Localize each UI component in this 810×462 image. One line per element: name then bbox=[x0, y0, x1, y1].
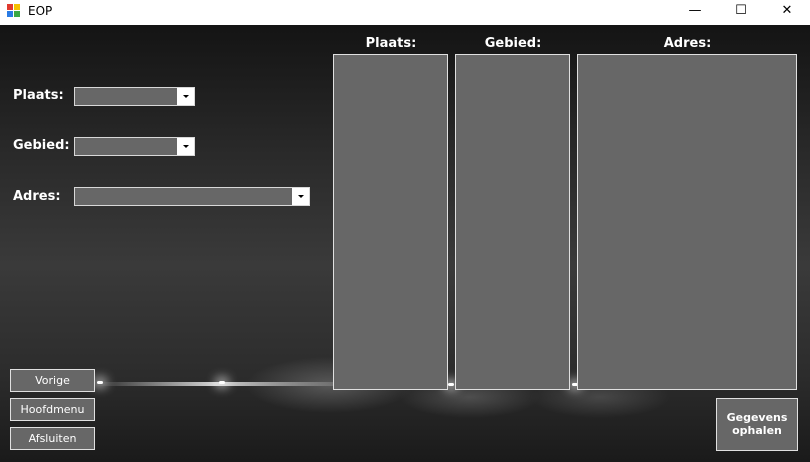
floor-light-strip bbox=[95, 382, 335, 386]
plaats-label: Plaats: bbox=[13, 88, 64, 103]
minimize-button[interactable]: — bbox=[672, 0, 718, 25]
chevron-down-icon[interactable] bbox=[177, 88, 194, 105]
vorige-button[interactable]: Vorige bbox=[10, 369, 95, 392]
gebied-combobox[interactable] bbox=[74, 137, 195, 156]
afsluiten-button[interactable]: Afsluiten bbox=[10, 427, 95, 450]
plaats-listbox[interactable] bbox=[333, 54, 448, 390]
window-title: EOP bbox=[28, 4, 53, 18]
app-icon bbox=[7, 4, 21, 18]
gebied-label: Gebied: bbox=[13, 138, 70, 153]
adres-combobox[interactable] bbox=[74, 187, 310, 206]
floor-light bbox=[97, 381, 103, 384]
maximize-button[interactable]: ☐ bbox=[718, 0, 764, 25]
form-background: Plaats: Gebied: Adres: Plaats: Gebied: A… bbox=[0, 25, 810, 462]
adres-listbox[interactable] bbox=[577, 54, 797, 390]
plaats-combobox[interactable] bbox=[74, 87, 195, 106]
adres-column-header: Adres: bbox=[663, 36, 712, 51]
gegevens-ophalen-button[interactable]: Gegevens ophalen bbox=[716, 398, 798, 451]
gebied-column-header: Gebied: bbox=[484, 36, 542, 51]
adres-label: Adres: bbox=[13, 189, 61, 204]
title-bar[interactable]: EOP — ☐ ✕ bbox=[0, 0, 810, 25]
gebied-listbox[interactable] bbox=[455, 54, 570, 390]
hoofdmenu-button[interactable]: Hoofdmenu bbox=[10, 398, 95, 421]
gegevens-ophalen-line1: Gegevens bbox=[726, 411, 788, 424]
gegevens-ophalen-line2: ophalen bbox=[732, 424, 782, 437]
chevron-down-icon[interactable] bbox=[177, 138, 194, 155]
chevron-down-icon[interactable] bbox=[292, 188, 309, 205]
floor-light bbox=[448, 383, 454, 386]
app-window: EOP — ☐ ✕ Plaats: Gebied: Adres: Plaats:… bbox=[0, 0, 810, 462]
floor-light bbox=[219, 381, 225, 384]
plaats-column-header: Plaats: bbox=[365, 36, 417, 51]
close-button[interactable]: ✕ bbox=[764, 0, 810, 25]
